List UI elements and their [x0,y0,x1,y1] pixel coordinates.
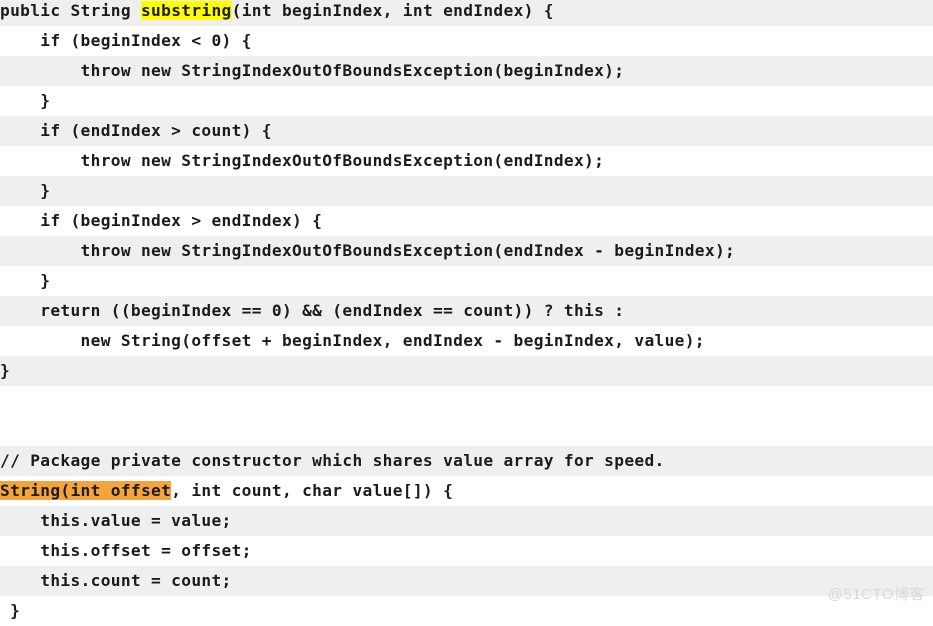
code-segment: if (beginIndex < 0) { [0,31,252,50]
code-line-text: return ((beginIndex == 0) && (endIndex =… [0,296,624,326]
code-segment: } [0,361,11,380]
code-line: throw new StringIndexOutOfBoundsExceptio… [0,146,933,176]
code-segment: this.offset = offset; [0,541,252,560]
code-line: String(int offset, int count, char value… [0,476,933,506]
highlight-yellow-substring: substring [140,1,232,20]
code-line: return ((beginIndex == 0) && (endIndex =… [0,296,933,326]
code-line: // Package private constructor which sha… [0,446,933,476]
code-line-text: public String substring(int beginIndex, … [0,0,554,26]
code-line-text: } [0,596,20,626]
code-line-text: if (beginIndex > endIndex) { [0,206,322,236]
code-segment: new String(offset + beginIndex, endIndex… [0,331,705,350]
code-line [0,386,933,416]
code-line-text: this.value = value; [0,506,232,536]
code-line: if (endIndex > count) { [0,116,933,146]
code-segment: this.count = count; [0,571,232,590]
code-line: throw new StringIndexOutOfBoundsExceptio… [0,236,933,266]
code-line: if (beginIndex > endIndex) { [0,206,933,236]
code-segment: throw new StringIndexOutOfBoundsExceptio… [0,61,625,80]
code-segment: } [0,181,51,200]
code-line-text: } [0,356,10,386]
code-line: throw new StringIndexOutOfBoundsExceptio… [0,56,933,86]
code-line: } [0,596,933,626]
code-line-text: new String(offset + beginIndex, endIndex… [0,326,705,356]
code-line: } [0,356,933,386]
code-segment: } [0,601,21,620]
code-segment: return ((beginIndex == 0) && (endIndex =… [0,301,625,320]
code-line: this.offset = offset; [0,536,933,566]
code-line-text: // Package private constructor which sha… [0,446,665,476]
code-line-text: throw new StringIndexOutOfBoundsExceptio… [0,236,735,266]
code-line: new String(offset + beginIndex, endIndex… [0,326,933,356]
code-listing: public String substring(int beginIndex, … [0,0,933,626]
code-segment: } [0,271,51,290]
code-line: this.value = value; [0,506,933,536]
code-line-text: String(int offset, int count, char value… [0,476,453,506]
code-segment: if (endIndex > count) { [0,121,272,140]
code-segment: throw new StringIndexOutOfBoundsExceptio… [0,151,605,170]
code-line: this.count = count; [0,566,933,596]
code-line-text: throw new StringIndexOutOfBoundsExceptio… [0,146,604,176]
code-line-text: if (beginIndex < 0) { [0,26,252,56]
code-line-text: if (endIndex > count) { [0,116,272,146]
code-line: } [0,176,933,206]
code-segment: this.value = value; [0,511,232,530]
code-line-text: this.count = count; [0,566,232,596]
code-segment: , int count, char value[]) { [171,481,454,500]
code-line: public String substring(int beginIndex, … [0,0,933,26]
code-line: } [0,266,933,296]
code-line: } [0,86,933,116]
code-line [0,416,933,446]
code-line: if (beginIndex < 0) { [0,26,933,56]
code-line-text: this.offset = offset; [0,536,252,566]
code-segment: if (beginIndex > endIndex) { [0,211,323,230]
code-segment: } [0,91,51,110]
code-segment: public String [0,1,141,20]
code-segment: // Package private constructor which sha… [0,451,665,470]
code-line-text: throw new StringIndexOutOfBoundsExceptio… [0,56,624,86]
code-rows-container: public String substring(int beginIndex, … [0,0,933,626]
code-line-text: } [0,266,50,296]
highlight-orange-constructor: String(int offset [0,481,172,500]
code-line-text: } [0,86,50,116]
code-line-text: } [0,176,50,206]
code-segment: throw new StringIndexOutOfBoundsExceptio… [0,241,736,260]
code-segment: (int beginIndex, int endIndex) { [231,1,554,20]
